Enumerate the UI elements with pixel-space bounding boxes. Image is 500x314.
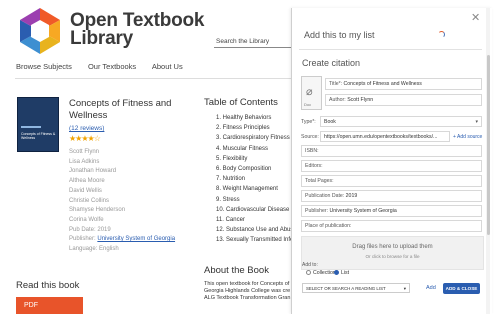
dropzone-hint[interactable]: Or click to browse for a file bbox=[302, 254, 483, 259]
divider bbox=[15, 78, 295, 79]
title-field[interactable]: Title*: Concepts of Fitness and Wellness bbox=[325, 78, 482, 90]
author: Scott Flynn bbox=[69, 149, 100, 155]
author: Corina Wolfe bbox=[69, 216, 104, 223]
author: Jonathan Howard bbox=[69, 168, 117, 175]
author: David Wellis bbox=[69, 187, 102, 194]
pub-date: Pub Date: 2019 bbox=[69, 226, 111, 233]
about-heading: About the Book bbox=[204, 265, 269, 276]
isbn-field[interactable]: ISBN: bbox=[301, 145, 482, 157]
panel-title: Add this to my list bbox=[304, 30, 375, 40]
radio-circle-icon bbox=[306, 270, 311, 275]
thumbnail-label: Doc bbox=[304, 102, 312, 107]
nav-browse-subjects[interactable]: Browse Subjects bbox=[16, 62, 72, 71]
divider bbox=[299, 49, 482, 50]
dropzone-title: Drag files here to upload them bbox=[352, 244, 433, 250]
add-to-list-panel: ✕ Add this to my list Create citation ⌀ … bbox=[291, 8, 492, 314]
book-metadata: Scott Flynn Lisa Adkins Jonathan Howard … bbox=[69, 148, 175, 255]
author: Lisa Adkins bbox=[69, 158, 100, 165]
chevron-down-icon: ▾ bbox=[475, 119, 478, 125]
nav-our-textbooks[interactable]: Our Textbooks bbox=[88, 62, 136, 71]
add-to-label: Add to: bbox=[302, 262, 318, 268]
citation-thumbnail[interactable]: ⌀ Doc bbox=[301, 76, 322, 110]
reading-list-select[interactable]: SELECT OR SEARCH A READING LIST ▾ bbox=[302, 283, 410, 293]
chevron-down-icon: ▾ bbox=[403, 286, 406, 291]
publisher-field[interactable]: Publisher: University System of Georgia bbox=[301, 205, 482, 217]
publisher: Publisher: University System of Georgia bbox=[69, 236, 176, 243]
add-link[interactable]: Add bbox=[426, 285, 436, 291]
radio-list[interactable]: List bbox=[334, 270, 349, 276]
scrollbar-thumb[interactable] bbox=[487, 55, 490, 235]
toc-item[interactable]: 7. Nutrition bbox=[216, 174, 296, 184]
reviews-link[interactable]: (12 reviews) bbox=[69, 125, 104, 132]
toc-heading: Table of Contents bbox=[204, 97, 278, 108]
book-title: Concepts of Fitness and Wellness bbox=[69, 98, 172, 121]
toc-list: 1. Healthy Behaviors 2. Fitness Principl… bbox=[216, 113, 296, 246]
close-icon[interactable]: ✕ bbox=[471, 11, 480, 24]
search-input[interactable]: Search the Library bbox=[214, 36, 294, 48]
publisher-link[interactable]: University System of Georgia bbox=[97, 236, 175, 242]
total-pages-field[interactable]: Total Pages: bbox=[301, 175, 482, 187]
add-and-close-button[interactable]: ADD & CLOSE bbox=[443, 283, 480, 294]
type-select[interactable]: Book ▾ bbox=[320, 116, 482, 127]
toc-item[interactable]: 3. Cardiorespiratory Fitness bbox=[216, 133, 296, 143]
book-cover-image: Concepts of Fitness & Wellness bbox=[17, 97, 59, 152]
cover-title: Concepts of Fitness & Wellness bbox=[21, 132, 56, 140]
toc-item[interactable]: 4. Muscular Fitness bbox=[216, 144, 296, 154]
pdf-button[interactable]: PDF bbox=[16, 297, 83, 314]
radio-collection[interactable]: Collection bbox=[306, 270, 336, 276]
open-textbook-library-logo[interactable] bbox=[15, 6, 65, 56]
toc-item[interactable]: 9. Stress bbox=[216, 195, 296, 205]
source-label: Source: bbox=[301, 134, 319, 140]
toc-item[interactable]: 11. Cancer bbox=[216, 215, 296, 225]
author: Christie Collins bbox=[69, 197, 110, 204]
toc-item[interactable]: 12. Substance Use and Abuse bbox=[216, 225, 296, 235]
read-this-book-heading: Read this book bbox=[16, 280, 80, 291]
radio-selected-icon bbox=[334, 270, 339, 275]
about-text: This open textbook for Concepts of Georg… bbox=[204, 281, 291, 301]
author: Althea Moore bbox=[69, 178, 105, 185]
toc-item[interactable]: 13. Sexually Transmitted Infe bbox=[216, 235, 296, 245]
cover-bar bbox=[21, 126, 41, 128]
editors-field[interactable]: Editors: bbox=[301, 160, 482, 172]
toc-item[interactable]: 8. Weight Management bbox=[216, 184, 296, 194]
main-nav: Browse Subjects Our Textbooks About Us bbox=[16, 62, 197, 71]
brand-name[interactable]: Open Textbook Library bbox=[70, 11, 204, 48]
create-citation-heading: Create citation bbox=[302, 58, 361, 68]
source-field[interactable]: https://open.umn.edu/opentextbooks/textb… bbox=[320, 131, 450, 142]
author-field[interactable]: Author: Scott Flynn bbox=[325, 94, 482, 106]
file-dropzone[interactable]: Drag files here to upload them Or click … bbox=[301, 236, 484, 270]
toc-item[interactable]: 5. Flexibility bbox=[216, 154, 296, 164]
add-source-link[interactable]: + Add source bbox=[453, 134, 482, 140]
rating-stars: ★★★★☆ bbox=[69, 134, 101, 143]
paperclip-icon: ⌀ bbox=[306, 86, 313, 98]
author: Shamyse Henderson bbox=[69, 207, 126, 214]
place-of-publication-field[interactable]: Place of publication: bbox=[301, 220, 482, 232]
toc-item[interactable]: 1. Healthy Behaviors bbox=[216, 113, 296, 123]
language: Language: English bbox=[69, 246, 119, 253]
loading-spinner-icon bbox=[438, 31, 445, 38]
publication-date-field[interactable]: Publication Date: 2019 bbox=[301, 190, 482, 202]
toc-item[interactable]: 2. Fitness Principles bbox=[216, 123, 296, 133]
toc-item[interactable]: 10. Cardiovascular Disease bbox=[216, 205, 296, 215]
type-label: Type*: bbox=[301, 119, 316, 125]
nav-about-us[interactable]: About Us bbox=[152, 62, 183, 71]
toc-item[interactable]: 6. Body Composition bbox=[216, 164, 296, 174]
